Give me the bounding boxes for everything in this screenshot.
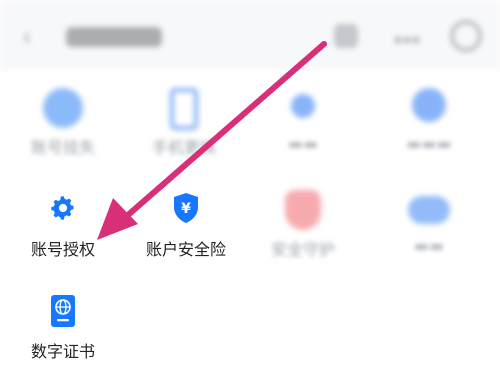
blue-pill-icon (408, 196, 450, 224)
security-center-screen: ‹ 账号挂失 手机更换 ▬▬ ▬▬▬ 账号授权 ¥ 账户安全险 安全守护 ▬▬ … (0, 0, 500, 373)
item-label: 安全守护 (270, 240, 335, 259)
item-account-authorization[interactable]: 账号授权 (4, 190, 122, 260)
page-title-blurred (66, 27, 162, 47)
item-digital-certificate[interactable]: 数字证书 (4, 292, 122, 362)
red-shield-icon (285, 190, 321, 230)
svg-text:¥: ¥ (181, 201, 191, 217)
top-navigation-bar: ‹ (0, 0, 500, 70)
phone-icon (170, 88, 198, 130)
item-account-security-insurance[interactable]: ¥ 账户安全险 (127, 190, 245, 260)
gear-icon (51, 196, 74, 220)
location-icon (291, 94, 315, 118)
item-label: 账户安全险 (145, 240, 226, 259)
settings-target-icon[interactable] (450, 20, 482, 52)
chevron-left-icon[interactable]: ‹ (22, 24, 38, 50)
item-account-lost[interactable]: 账号挂失 (4, 88, 122, 158)
item-label: 账号授权 (30, 240, 95, 259)
scan-icon[interactable] (334, 24, 358, 48)
item-label: 数字证书 (30, 342, 95, 361)
item-label: 手机更换 (151, 138, 216, 157)
account-lost-icon (43, 88, 83, 128)
item-label: 账号挂失 (30, 138, 95, 157)
item-phone-change[interactable]: 手机更换 (125, 88, 243, 158)
blue-circle-icon (412, 88, 446, 122)
passport-globe-icon (51, 295, 75, 327)
shield-yen-icon: ¥ (174, 193, 198, 223)
item-blue-circle[interactable]: ▬▬▬ (370, 88, 488, 158)
item-security-guard[interactable]: 安全守护 (244, 190, 362, 260)
more-icon[interactable] (395, 28, 425, 43)
item-blue-pill[interactable]: ▬▬ (370, 190, 488, 260)
item-label-blurred: ▬▬ (287, 134, 319, 153)
item-location[interactable]: ▬▬ (244, 88, 362, 158)
item-label-blurred: ▬▬▬ (406, 134, 452, 153)
item-label-blurred: ▬▬ (413, 236, 445, 255)
